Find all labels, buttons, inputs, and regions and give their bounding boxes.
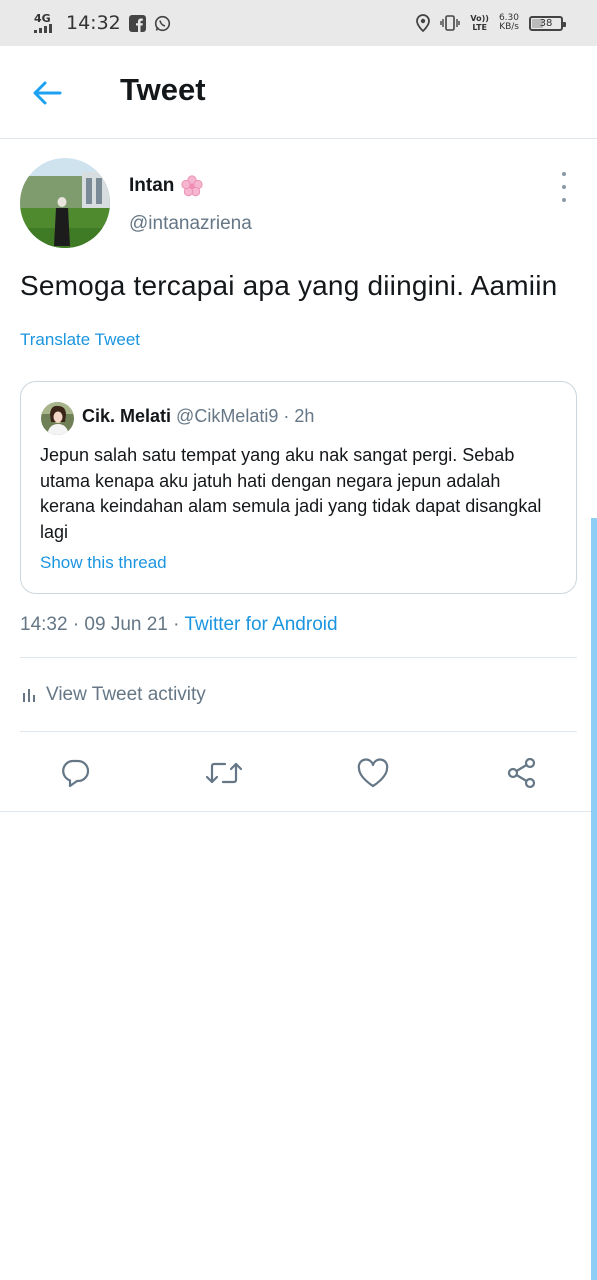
network-indicator: 4G: [34, 11, 58, 33]
retweet-button[interactable]: [199, 748, 249, 798]
quoted-header: Cik. Melati @CikMelati9 · 2h: [82, 406, 314, 427]
tweet-timestamp: 14:32 · 09 Jun 21 · Twitter for Android: [20, 614, 338, 636]
view-tweet-activity[interactable]: View Tweet activity: [22, 684, 206, 706]
tweet-source-link[interactable]: Twitter for Android: [184, 614, 337, 635]
location-icon: [416, 14, 431, 32]
author-handle[interactable]: @intanazriena: [129, 213, 252, 235]
app-header: Tweet: [0, 46, 597, 139]
vibrate-icon: [440, 15, 461, 31]
author-name-text: Intan: [129, 175, 175, 196]
speed-unit: KB/s: [499, 22, 519, 32]
battery-level: 38: [539, 17, 553, 29]
quoted-tweet[interactable]: Cik. Melati @CikMelati9 · 2h Jepun salah…: [20, 381, 577, 594]
divider: [0, 811, 597, 812]
quoted-text: Jepun salah satu tempat yang aku nak san…: [40, 445, 542, 542]
battery-icon: 38: [529, 15, 566, 31]
facebook-icon: [128, 14, 146, 32]
page-title: Tweet: [120, 72, 206, 107]
status-bar: 4G 14:32 Vo)) LTE 6.30 KB/s 38: [0, 0, 597, 46]
author-avatar[interactable]: [20, 158, 110, 248]
volte-indicator: Vo)) LTE: [470, 14, 489, 32]
back-button[interactable]: [30, 76, 64, 110]
signal-icon: [34, 23, 52, 33]
author-name[interactable]: Intan: [129, 174, 204, 198]
tweet-text: Semoga tercapai apa yang diingini. Aamii…: [20, 270, 558, 301]
share-icon: [507, 757, 536, 789]
quoted-author-name[interactable]: Cik. Melati: [82, 406, 171, 426]
reply-button[interactable]: [50, 748, 100, 798]
retweet-icon: [205, 762, 243, 784]
translate-tweet-link[interactable]: Translate Tweet: [20, 330, 140, 350]
whatsapp-icon: [154, 15, 170, 31]
quoted-author-avatar[interactable]: [41, 402, 74, 435]
tweet-actions: [0, 748, 597, 798]
quoted-author-handle[interactable]: @CikMelati9: [176, 406, 278, 426]
divider: [20, 657, 577, 658]
network-type: 4G: [34, 11, 51, 25]
lte-label: LTE: [472, 23, 488, 32]
show-thread-link[interactable]: Show this thread: [40, 553, 167, 573]
divider: [20, 731, 577, 732]
activity-label: View Tweet activity: [46, 684, 206, 705]
activity-chart-icon: [23, 689, 35, 702]
share-button[interactable]: [497, 748, 547, 798]
volte-label: Vo)): [470, 14, 489, 23]
like-button[interactable]: [348, 748, 398, 798]
avatar-photo: [20, 158, 110, 248]
cherry-blossom-icon: [181, 175, 203, 197]
tweet-time-date: 14:32 · 09 Jun 21 ·: [20, 614, 185, 635]
network-speed: 6.30 KB/s: [499, 14, 519, 32]
like-icon: [357, 758, 389, 788]
more-options-icon[interactable]: [556, 172, 572, 202]
back-arrow-icon: [33, 81, 62, 105]
reply-icon: [62, 759, 90, 788]
status-time: 14:32: [66, 12, 121, 34]
quoted-avatar-photo: [41, 402, 74, 435]
scrollbar[interactable]: [591, 518, 597, 1280]
quoted-time: · 2h: [283, 406, 315, 426]
